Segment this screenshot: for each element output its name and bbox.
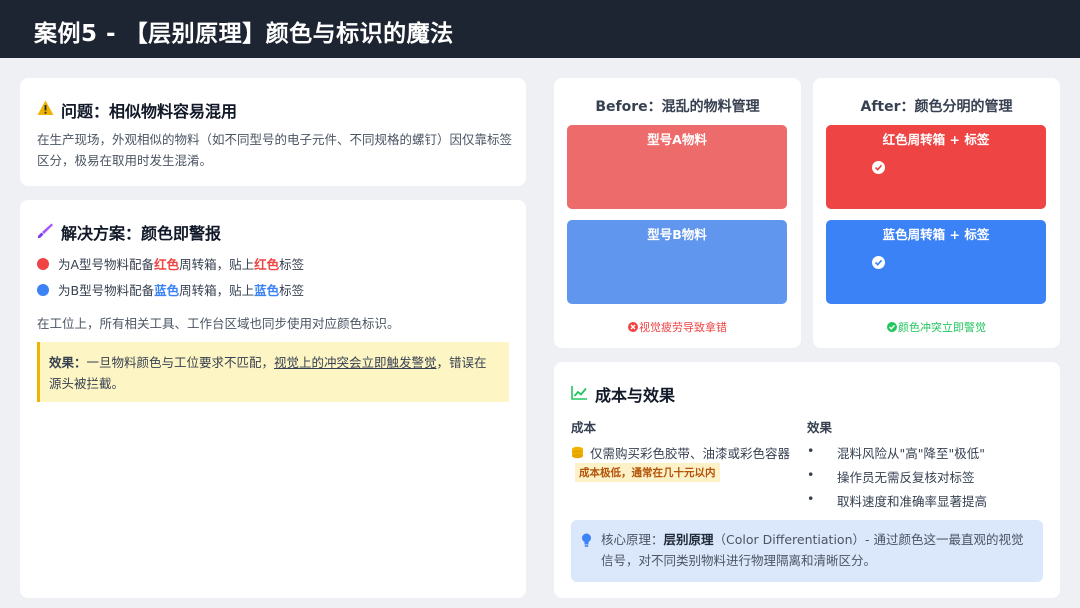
trend-chart-icon: [571, 385, 588, 404]
solution-sync-text: 在工位上，所有相关工具、工作台区域也同步使用对应颜色标识。: [37, 316, 400, 331]
principle-pre: 核心原理：: [601, 532, 664, 547]
check-icon: [872, 161, 885, 174]
item-b-color2: 蓝色: [254, 283, 280, 298]
lightbulb-icon: [581, 533, 592, 554]
page-header: 案例5 - 【层别原理】颜色与标识的魔法: [0, 0, 1080, 58]
principle-bold: 层别原理: [663, 532, 714, 547]
solution-title: 解决方案：颜色即警报: [61, 224, 222, 243]
effect-item-text: 混料风险从"高"降至"极低": [837, 446, 985, 461]
cost-title: 成本与效果: [595, 386, 676, 405]
before-footer-text: 视觉疲劳导致拿错: [639, 321, 727, 334]
effect-item: • 操作员无需反复核对标签: [807, 467, 975, 485]
cost-card: 成本与效果 成本 效果 仅需购买彩色胶带、油漆或彩色容器 成本极低，通常在几十元…: [554, 362, 1060, 598]
after-footer-text: 颜色冲突立即警觉: [898, 321, 986, 334]
check-icon: [872, 256, 885, 269]
before-bin-b-label: 型号B物料: [647, 227, 707, 242]
item-a-mid: 周转箱，贴上: [179, 257, 255, 272]
before-bin-a-label: 型号A物料: [647, 132, 707, 147]
effect-item-text: 取料速度和准确率显著提高: [837, 494, 988, 509]
cost-line: 仅需购买彩色胶带、油漆或彩色容器: [571, 443, 790, 462]
problem-card: 问题：相似物料容易混用 在生产现场，外观相似的物料（如不同型号的电子元件、不同规…: [20, 78, 526, 186]
before-bin-b: 型号B物料: [567, 220, 787, 304]
before-title: Before：混乱的物料管理: [595, 99, 760, 115]
effect-text-underlined: 视觉上的冲突会立即触发警觉: [274, 355, 437, 370]
item-b-mid: 周转箱，贴上: [179, 283, 255, 298]
solution-item-b: 为B型号物料配备 蓝色 周转箱，贴上 蓝色 标签: [37, 280, 304, 299]
blue-dot-icon: [37, 283, 49, 296]
error-circle-icon: [628, 322, 638, 332]
warning-icon: [37, 100, 54, 120]
item-a-color2: 红色: [254, 257, 280, 272]
solution-card: 解决方案：颜色即警报 为A型号物料配备 红色 周转箱，贴上 红色 标签 为B型号物料配备…: [20, 200, 526, 598]
check-circle-icon: [887, 322, 897, 332]
effect-callout: 效果：一旦物料颜色与工位要求不匹配，视觉上的冲突会立即触发警觉，错误在源头被拦截…: [37, 342, 509, 402]
item-a-text: 为A型号物料配备: [58, 257, 155, 272]
before-bin-a: 型号A物料: [567, 125, 787, 209]
cost-title-row: 成本与效果: [571, 382, 675, 406]
red-dot-icon: [37, 257, 49, 270]
effect-item: • 混料风险从"高"降至"极低": [807, 443, 985, 461]
before-footer: 视觉疲劳导致拿错: [554, 319, 801, 335]
effect-label: 效果：: [49, 355, 87, 370]
effect-item-text: 操作员无需反复核对标签: [837, 470, 975, 485]
cost-heading: 成本: [571, 420, 597, 435]
after-bin-red: 红色周转箱 + 标签: [826, 125, 1046, 209]
brush-icon: [37, 222, 54, 243]
after-title: After：颜色分明的管理: [860, 99, 1013, 115]
coins-icon: [571, 446, 584, 459]
item-b-post: 标签: [279, 283, 305, 298]
after-footer: 颜色冲突立即警觉: [813, 319, 1060, 335]
item-a-color1: 红色: [154, 257, 180, 272]
after-bin-blue-label: 蓝色周转箱 + 标签: [882, 227, 990, 242]
problem-title: 问题：相似物料容易混用: [61, 102, 238, 121]
cost-line-text: 仅需购买彩色胶带、油漆或彩色容器: [590, 446, 791, 461]
problem-title-row: 问题：相似物料容易混用: [37, 98, 237, 122]
after-bin-blue: 蓝色周转箱 + 标签: [826, 220, 1046, 304]
solution-title-row: 解决方案：颜色即警报: [37, 220, 221, 244]
effect-item: • 取料速度和准确率显著提高: [807, 491, 988, 509]
problem-description: 在生产现场，外观相似的物料（如不同型号的电子元件、不同规格的螺钉）因仅靠标签区分…: [37, 132, 513, 168]
solution-item-a: 为A型号物料配备 红色 周转箱，贴上 红色 标签: [37, 254, 304, 273]
before-card: Before：混乱的物料管理 型号A物料 型号B物料 视觉疲劳导致拿错: [554, 78, 801, 348]
item-b-text: 为B型号物料配备: [58, 283, 155, 298]
principle-callout: 核心原理：层别原理（Color Differentiation）- 通过颜色这一…: [571, 520, 1043, 582]
cost-note-badge: 成本极低，通常在几十元以内: [575, 463, 720, 482]
effect-text-pre: 一旦物料颜色与工位要求不匹配，: [86, 355, 275, 370]
after-bin-red-label: 红色周转箱 + 标签: [882, 132, 990, 147]
page-title: 案例5 - 【层别原理】颜色与标识的魔法: [34, 21, 454, 47]
after-card: After：颜色分明的管理 红色周转箱 + 标签 蓝色周转箱 + 标签 颜色冲突…: [813, 78, 1060, 348]
item-a-post: 标签: [279, 257, 305, 272]
effect-heading: 效果: [807, 420, 833, 435]
item-b-color1: 蓝色: [154, 283, 180, 298]
